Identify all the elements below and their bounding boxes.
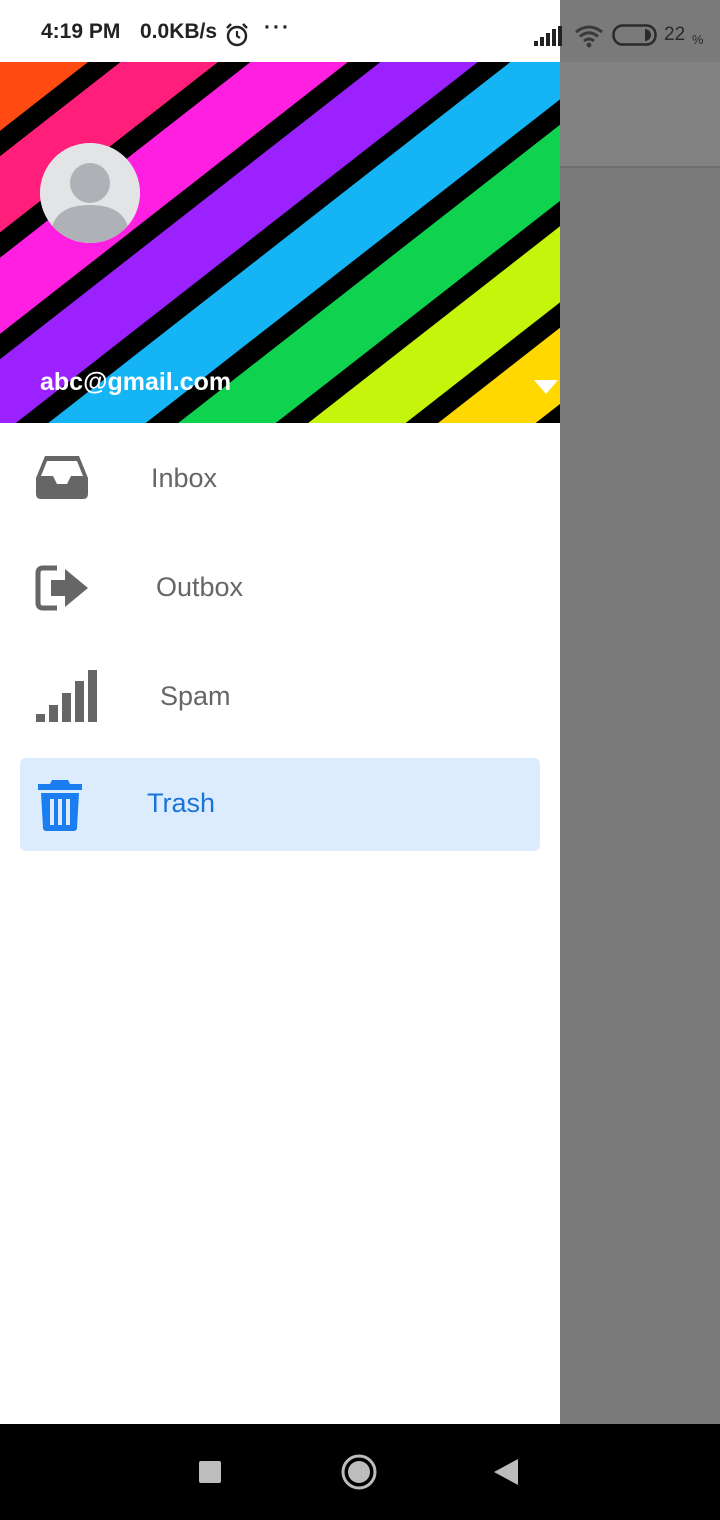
battery-icon [612,24,660,51]
drawer-item-inbox[interactable]: Inbox [20,433,540,526]
spam-icon [35,669,97,728]
status-more: ··· [264,16,291,39]
navigation-drawer: abc@gmail.com Inbox Outbox Spam Trash [0,62,560,1424]
back-triangle-icon[interactable] [494,1459,518,1490]
drawer-item-outbox[interactable]: Outbox [20,542,540,635]
default-avatar-icon [40,143,140,243]
status-time: 4:19 PM [41,20,121,43]
home-circle-icon[interactable] [341,1454,377,1495]
battery-percentage: 22 [664,24,686,45]
drawer-item-spam[interactable]: Spam [20,651,540,744]
drawer-item-trash[interactable]: Trash [20,758,540,851]
outbox-icon [35,565,91,616]
cell-signal-icon [534,26,562,51]
inbox-icon [35,454,89,505]
drawer-item-label: Spam [160,681,231,711]
drawer-item-label: Outbox [156,572,244,602]
wifi-icon [574,24,604,53]
drawer-item-label: Trash [147,788,216,818]
background-app-bar [560,62,720,168]
account-avatar[interactable] [40,143,140,243]
screen: 4:19 PM 0.0KB/s ··· 22 % abc@gmail.com I… [0,0,720,1520]
drawer-item-label: Inbox [151,463,218,493]
status-net-speed: 0.0KB/s [140,20,218,43]
account-email: abc@gmail.com [40,368,232,396]
battery-percent-sign: % [692,32,704,47]
account-switcher-arrow-icon[interactable] [532,376,560,396]
drawer-header: abc@gmail.com [0,62,560,423]
system-navigation-bar [0,1424,720,1520]
trash-icon [36,778,84,837]
alarm-icon [224,22,250,53]
recents-square-icon[interactable] [199,1461,221,1488]
